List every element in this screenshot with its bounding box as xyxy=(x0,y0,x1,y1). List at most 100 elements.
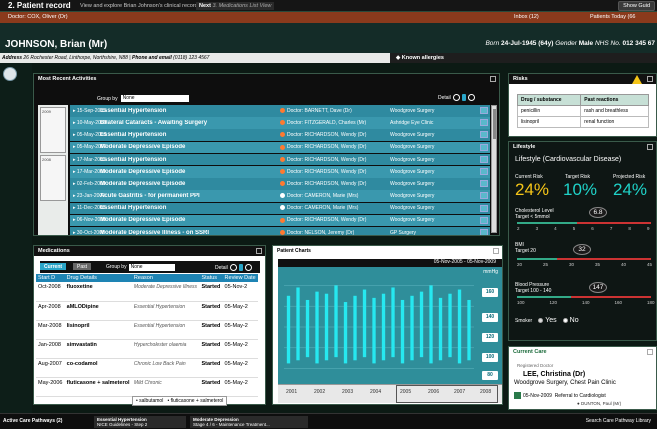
column-header[interactable]: Reason xyxy=(131,274,200,282)
inbox-link[interactable]: Inbox (12) xyxy=(514,14,539,20)
table-row[interactable]: penicillin rash and breathless xyxy=(516,105,649,117)
maximize-icon[interactable] xyxy=(490,76,496,82)
active-care-pathways[interactable]: Active Care Pathways (2) xyxy=(3,418,62,424)
tab-past[interactable]: Past xyxy=(73,263,92,270)
known-allergies-button[interactable]: ◆ Known allergies xyxy=(390,53,657,63)
tab-current[interactable]: Current xyxy=(40,263,67,270)
medication-row[interactable]: Jan-2008 simvastatin Hypercholester olaemi… xyxy=(36,339,258,359)
activities-scrollbar[interactable] xyxy=(491,105,497,233)
activity-row[interactable]: ▸ 15-Sep-2009 Essential Hypertension Docto… xyxy=(70,105,490,117)
group-by-select[interactable]: None xyxy=(128,264,175,271)
column-header[interactable]: Drug Details xyxy=(64,274,132,282)
bp-bar[interactable] xyxy=(448,293,452,358)
bp-bar[interactable] xyxy=(343,302,348,364)
open-arrow-icon[interactable] xyxy=(480,228,488,235)
activity-row[interactable]: ▸ 02-Feb-2009 Moderate Depressive Episode… xyxy=(70,178,490,190)
bp-bar[interactable] xyxy=(296,287,300,361)
next-button[interactable]: Next 3. Medications List View xyxy=(196,2,275,10)
activity-row[interactable]: ▸ 11-Dec-2008 Essential Hypertension Docto… xyxy=(70,202,490,215)
detail-minus-icon[interactable] xyxy=(452,94,460,101)
activity-row[interactable]: ▸ 10-May-2009 Bilateral Cataracts - Await… xyxy=(70,117,490,129)
maximize-icon[interactable] xyxy=(256,248,262,254)
bp-bar[interactable] xyxy=(305,299,310,358)
bp-bar[interactable] xyxy=(457,289,462,364)
detail-plus-icon[interactable] xyxy=(467,94,475,101)
activity-title: Acute Gastritis - for permanent PPI xyxy=(100,193,200,200)
bp-bar[interactable] xyxy=(362,289,367,358)
show-guide-button[interactable]: Show Guid xyxy=(618,1,655,11)
maximize-icon[interactable] xyxy=(647,144,653,150)
activity-row[interactable]: ▸ 05-May-2009 Essential Hypertension Docto… xyxy=(70,129,490,141)
activity-row[interactable]: ▸ 17-Mar-2009 Moderate Depressive Episode… xyxy=(70,165,490,178)
maximize-icon[interactable] xyxy=(647,349,653,355)
detail-slider-icon[interactable] xyxy=(238,264,243,271)
open-arrow-icon[interactable] xyxy=(480,107,488,114)
bp-bar[interactable] xyxy=(429,285,433,364)
medications-toolbar: Current Past Group by None Detail xyxy=(40,261,260,273)
bmi-slider[interactable] xyxy=(517,258,651,260)
smoker-no-radio[interactable] xyxy=(562,318,568,324)
activity-row[interactable]: ▸ 17-Mar-2009 Essential Hypertension Docto… xyxy=(70,153,490,166)
tick-label: 30 xyxy=(569,262,575,267)
medication-row[interactable]: May-2006 fluticasone + salmeterol Mild Chr… xyxy=(36,377,258,397)
detail-plus-icon[interactable] xyxy=(244,264,252,271)
activity-row[interactable]: ▸ 23-Jan-2009 Acute Gastritis - for perma… xyxy=(70,190,490,202)
open-arrow-icon[interactable] xyxy=(480,143,488,151)
column-header[interactable]: Start D xyxy=(36,274,65,282)
open-arrow-icon[interactable] xyxy=(480,180,488,188)
bp-bar[interactable] xyxy=(286,295,291,364)
medication-row[interactable]: Mar-2008 lisinopril Essential Hypertension… xyxy=(36,320,258,340)
open-arrow-icon[interactable] xyxy=(480,204,488,212)
group-by-select[interactable]: None xyxy=(120,95,189,102)
timeline-selection[interactable] xyxy=(396,385,498,403)
tick-label: 25 xyxy=(543,262,549,267)
open-arrow-icon[interactable] xyxy=(480,167,488,175)
column-header[interactable]: Status xyxy=(199,274,223,282)
bp-bar[interactable] xyxy=(334,285,338,358)
bp-bar[interactable] xyxy=(410,295,414,361)
bp-bar[interactable] xyxy=(438,297,443,361)
table-row[interactable]: lisinopril renal function xyxy=(516,116,649,128)
maximize-icon[interactable] xyxy=(647,76,653,82)
bp-bar[interactable] xyxy=(419,291,424,358)
timeline-year-2009[interactable]: 2009 xyxy=(40,107,66,153)
pathway-depression-button[interactable]: Moderate Depression Stage 4 / 6 - Mainten… xyxy=(190,416,308,428)
medication-row[interactable]: Oct-2008 fluoxetine Moderate Depressive Il… xyxy=(36,282,258,302)
detail-minus-icon[interactable] xyxy=(229,264,237,271)
patients-today-link[interactable]: Patients Today (66 xyxy=(590,14,635,20)
open-arrow-icon[interactable] xyxy=(480,155,488,163)
registered-doctor-label: Registered Doctor xyxy=(517,363,554,368)
referral-item[interactable]: 05-Nov-2009 Referral to Cardiologist xyxy=(514,392,606,399)
activity-row[interactable]: ▸ 06-Nov-2008 Moderate Depressive Episode… xyxy=(70,214,490,227)
bp-bar[interactable] xyxy=(353,295,357,361)
patient-avatar-icon[interactable] xyxy=(3,67,17,81)
cholesterol-slider[interactable] xyxy=(517,222,651,224)
open-arrow-icon[interactable] xyxy=(480,131,488,139)
activity-row[interactable]: ▸ 05-May-2009 Moderate Depressive Episode… xyxy=(70,141,490,154)
detail-slider-icon[interactable] xyxy=(461,94,466,101)
medication-row[interactable]: Apr-2008 aMLODipine Essential Hypertension… xyxy=(36,301,258,321)
search-pathway-library-button[interactable]: Search Care Pathway Library xyxy=(586,418,651,424)
open-arrow-icon[interactable] xyxy=(480,119,488,127)
activity-row[interactable]: ▸ 30-Oct-2008 Moderate Depressive Illness… xyxy=(70,226,490,235)
current-doctor[interactable]: Doctor: COX, Oliver (Dr) xyxy=(8,14,68,20)
timeline-overview[interactable]: 2001 2002 2003 2004 2005 2006 2007 2008 xyxy=(278,384,502,403)
maximize-icon[interactable] xyxy=(493,248,499,254)
open-arrow-icon[interactable] xyxy=(480,192,488,200)
bp-bar[interactable] xyxy=(315,291,319,364)
bp-bar[interactable] xyxy=(372,297,376,364)
medication-row[interactable]: Aug-2007 co-codamol Chronic Low Back Pain S… xyxy=(36,358,258,378)
smoker-yes-radio[interactable] xyxy=(538,318,544,324)
bp-bar[interactable] xyxy=(381,293,386,361)
bp-bar[interactable] xyxy=(467,299,471,361)
bp-bar[interactable] xyxy=(400,299,405,364)
pathway-hypertension-button[interactable]: Essential Hypertension NICE Guidelines - … xyxy=(94,416,186,428)
y-tick-label: 160 xyxy=(482,288,498,297)
open-arrow-icon[interactable] xyxy=(480,216,488,224)
activity-location: Woodgrove Surgery xyxy=(390,193,435,200)
bp-bar[interactable] xyxy=(324,293,329,361)
bp-bar[interactable] xyxy=(391,287,395,358)
bp-slider[interactable] xyxy=(517,296,651,298)
timeline-year-2008[interactable]: 2008 xyxy=(40,155,66,201)
column-header[interactable]: Review Date xyxy=(222,274,258,282)
